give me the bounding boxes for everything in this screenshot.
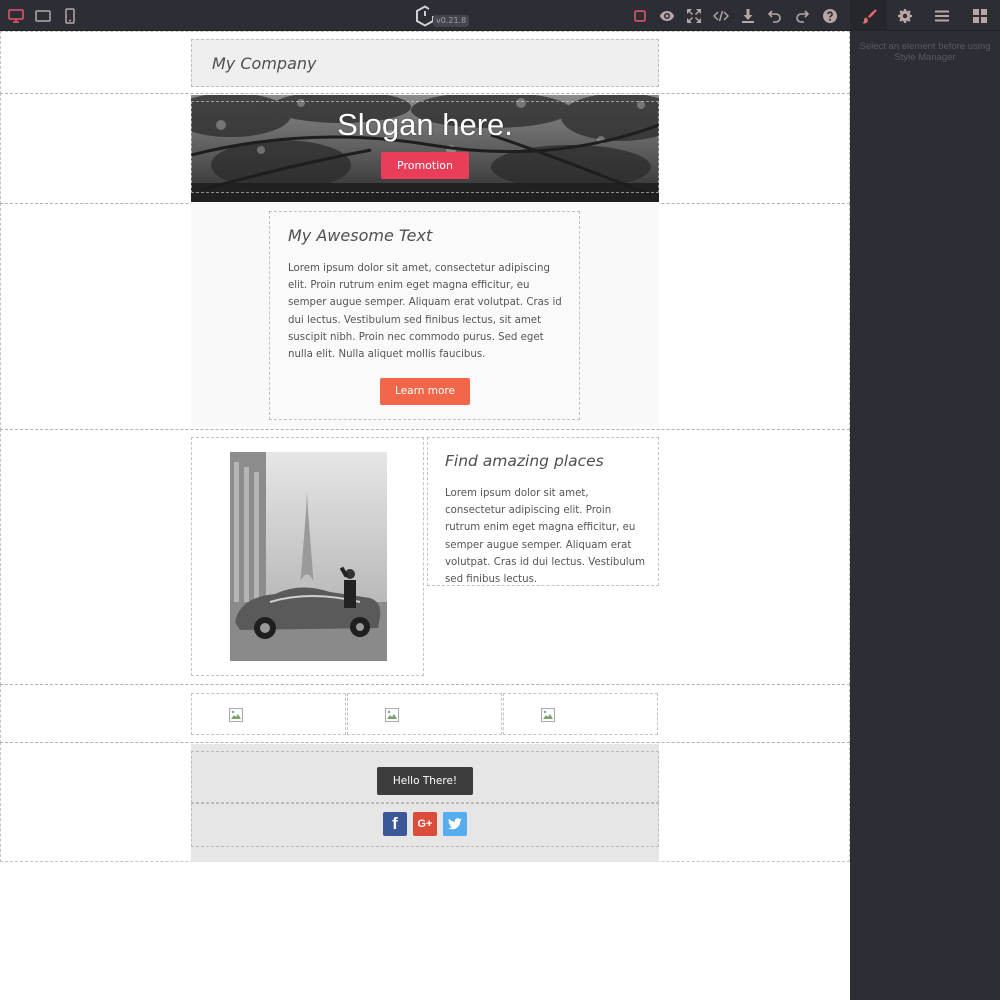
preview-eye-icon[interactable]: [653, 0, 680, 31]
version-badge: v0.21.8: [433, 15, 470, 27]
broken-image-icon[interactable]: [541, 708, 555, 722]
fullscreen-icon[interactable]: [680, 0, 707, 31]
desktop-icon[interactable]: [2, 0, 29, 31]
promotion-button[interactable]: Promotion: [381, 152, 469, 179]
icon-cell-3[interactable]: [503, 693, 658, 735]
download-icon[interactable]: [734, 0, 761, 31]
hello-there-button[interactable]: Hello There!: [377, 767, 473, 795]
settings-gear-icon[interactable]: [886, 0, 923, 31]
learn-more-button[interactable]: Learn more: [380, 378, 470, 405]
places-title[interactable]: Find amazing places: [445, 452, 604, 470]
places-body[interactable]: Lorem ipsum dolor sit amet, consectetur …: [445, 485, 645, 588]
code-icon[interactable]: [707, 0, 734, 31]
tablet-icon[interactable]: [29, 0, 56, 31]
layers-icon[interactable]: [923, 0, 960, 31]
style-manager-panel: Select an element before using Style Man…: [850, 31, 1000, 1000]
hero-banner[interactable]: Slogan here. Promotion: [191, 95, 659, 202]
editor-canvas[interactable]: My Company Slogan here. Promotion My Awe…: [0, 31, 850, 1000]
sw-visibility-icon[interactable]: [626, 0, 653, 31]
image-cell[interactable]: [191, 437, 424, 676]
facebook-icon[interactable]: f: [383, 812, 407, 836]
google-plus-icon[interactable]: G+: [413, 812, 437, 836]
places-cell[interactable]: Find amazing places Lorem ipsum dolor si…: [427, 437, 659, 586]
redo-icon[interactable]: [788, 0, 815, 31]
icon-cell-2[interactable]: [347, 693, 502, 735]
google-plus-glyph: G+: [417, 818, 433, 830]
blocks-grid-icon[interactable]: [961, 0, 998, 31]
twitter-bird-icon: [448, 818, 462, 830]
card-title[interactable]: My Awesome Text: [288, 226, 432, 245]
company-name[interactable]: My Company: [212, 54, 316, 73]
facebook-glyph: f: [392, 814, 398, 833]
undo-icon[interactable]: [761, 0, 788, 31]
help-icon[interactable]: [816, 0, 843, 31]
top-toolbar: v0.21.8: [0, 0, 1000, 31]
paris-car-photo[interactable]: [230, 452, 387, 661]
hero-slogan[interactable]: Slogan here.: [191, 107, 659, 143]
broken-image-icon[interactable]: [385, 708, 399, 722]
icon-cell-1[interactable]: [191, 693, 346, 735]
style-manager-message: Select an element before using Style Man…: [859, 41, 991, 63]
text-card[interactable]: My Awesome Text Lorem ipsum dolor sit am…: [269, 211, 580, 420]
card-body[interactable]: Lorem ipsum dolor sit amet, consectetur …: [288, 260, 566, 363]
header-cell[interactable]: My Company: [191, 39, 659, 87]
style-manager-brush-icon[interactable]: [850, 0, 887, 31]
twitter-icon[interactable]: [443, 812, 467, 836]
mobile-icon[interactable]: [56, 0, 83, 31]
image-text-row[interactable]: [0, 429, 850, 685]
broken-image-icon[interactable]: [229, 708, 243, 722]
